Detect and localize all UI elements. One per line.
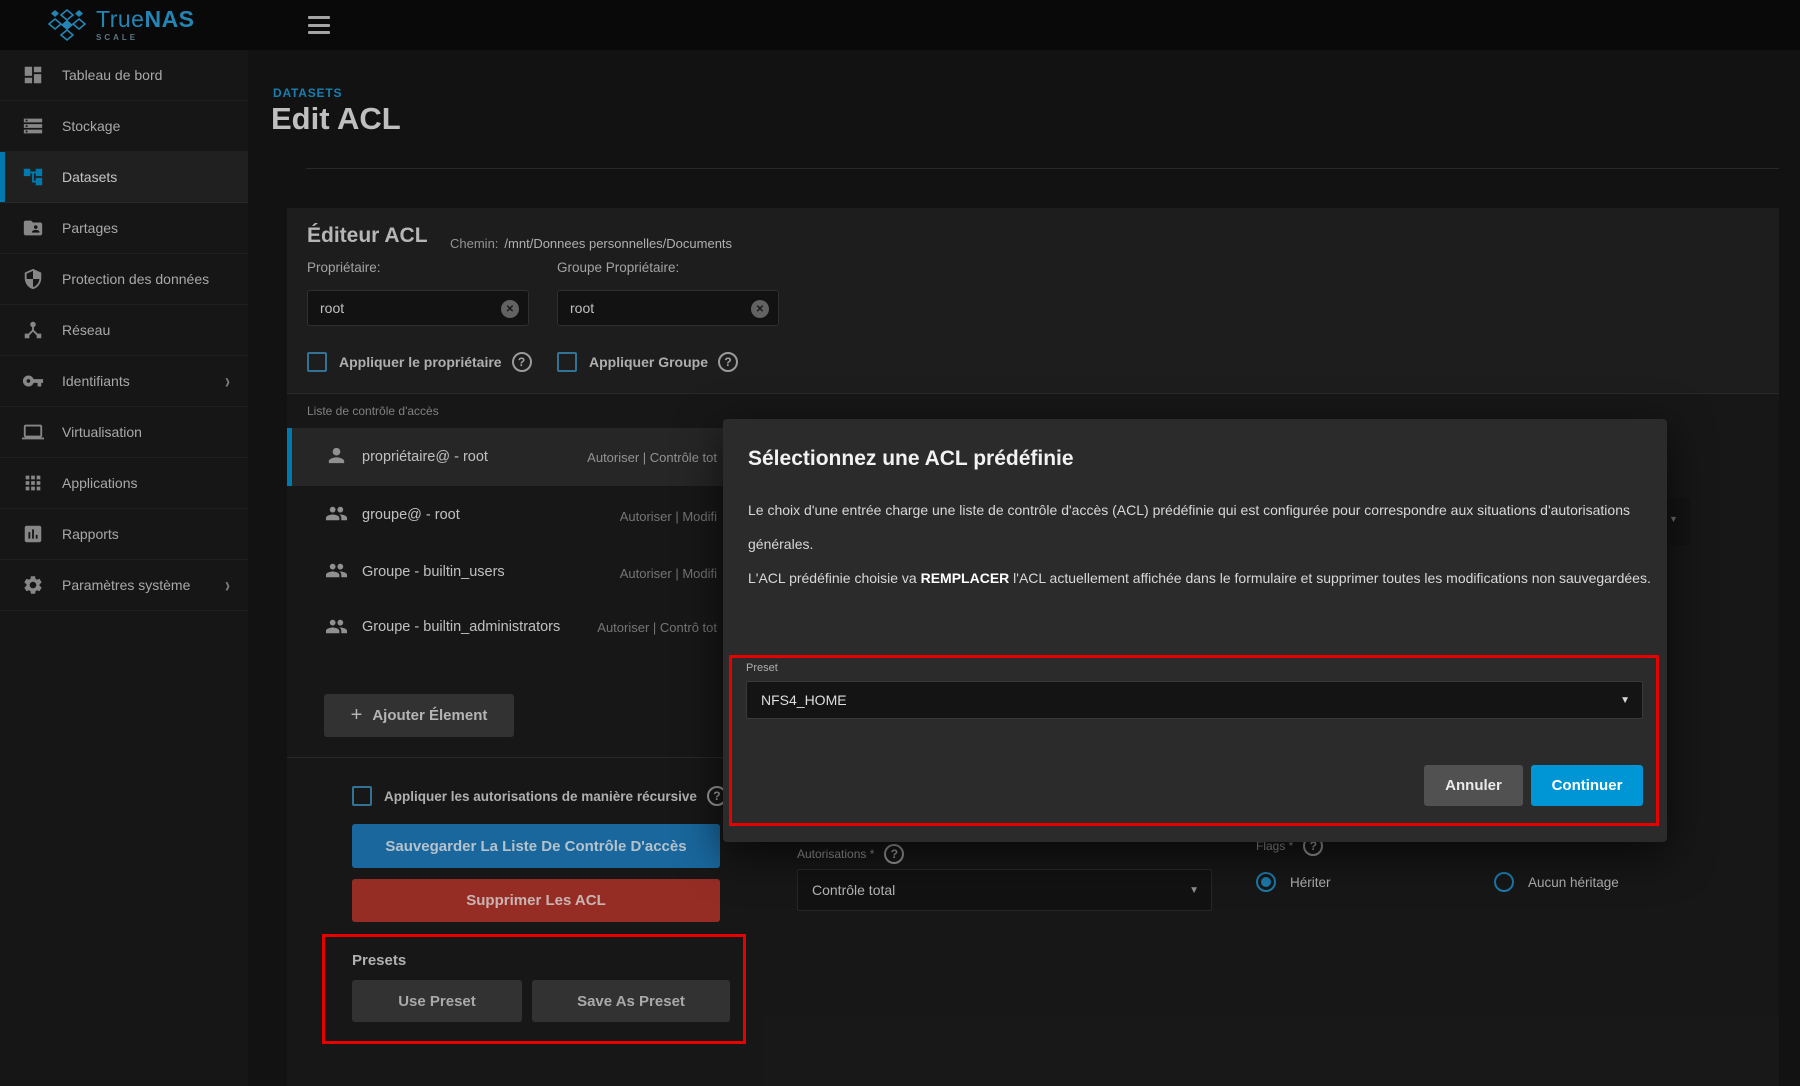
continue-button[interactable]: Continuer: [1531, 765, 1643, 806]
preset-modal: Sélectionnez une ACL prédéfinie Le choix…: [723, 419, 1667, 842]
dropdown-caret-icon: ▼: [1620, 695, 1630, 706]
preset-select-label: Preset: [746, 662, 778, 674]
modal-paragraph-2-pre: L'ACL prédéfinie choisie va: [748, 570, 921, 586]
modal-paragraph-2-bold: REMPLACER: [921, 570, 1010, 586]
modal-paragraph-2: L'ACL prédéfinie choisie va REMPLACER l'…: [748, 561, 1653, 595]
cancel-button[interactable]: Annuler: [1424, 765, 1523, 806]
preset-select-value: NFS4_HOME: [747, 692, 847, 708]
cancel-label: Annuler: [1445, 777, 1502, 794]
preset-select[interactable]: NFS4_HOME ▼: [746, 681, 1643, 719]
modal-paragraph-2-post: l'ACL actuellement affichée dans le form…: [1009, 570, 1651, 586]
continue-label: Continuer: [1552, 777, 1623, 794]
screen: TrueNAS SCALE Tableau de bord Stockage D…: [0, 0, 1800, 1086]
modal-title: Sélectionnez une ACL prédéfinie: [748, 447, 1074, 471]
modal-paragraph-1: Le choix d'une entrée charge une liste d…: [748, 493, 1653, 561]
